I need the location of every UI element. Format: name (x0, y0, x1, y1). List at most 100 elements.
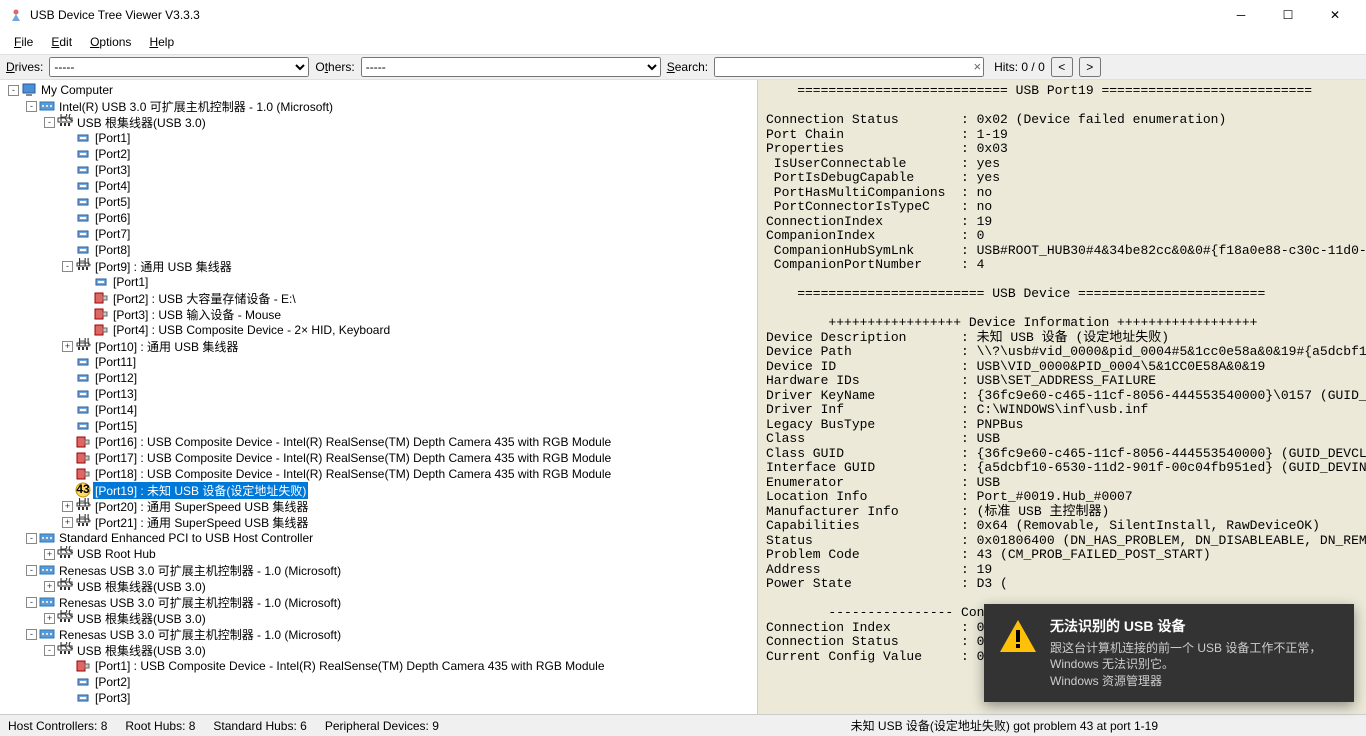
tree-node[interactable]: + [Port10] : 通用 USB 集线器 (0, 338, 757, 354)
tree-node[interactable]: [Port15] (0, 418, 757, 434)
hc-icon (39, 594, 55, 610)
menu-options[interactable]: Options (82, 33, 139, 51)
tree-node[interactable]: [Port4] : USB Composite Device - 2× HID,… (0, 322, 757, 338)
port-icon (93, 274, 109, 290)
notification-toast[interactable]: 无法识别的 USB 设备 跟这台计算机连接的前一个 USB 设备工作不正常，Wi… (984, 604, 1354, 702)
node-label: [Port5] (93, 195, 132, 209)
expander-icon[interactable]: + (62, 501, 73, 512)
drives-select[interactable]: ----- (49, 57, 309, 77)
tree-node[interactable]: [Port17] : USB Composite Device - Intel(… (0, 450, 757, 466)
drives-label: Drives: (6, 60, 43, 74)
device-tree[interactable]: -My Computer-Intel(R) USB 3.0 可扩展主机控制器 -… (0, 80, 758, 714)
tree-node[interactable]: [Port14] (0, 402, 757, 418)
expander-icon[interactable]: + (44, 581, 55, 592)
tree-node[interactable]: [Port6] (0, 210, 757, 226)
expander-icon[interactable]: - (44, 645, 55, 656)
others-select[interactable]: ----- (361, 57, 661, 77)
dev-icon (75, 466, 91, 482)
port-icon (75, 242, 91, 258)
hub-icon (75, 258, 91, 274)
node-label: [Port10] : 通用 USB 集线器 (93, 338, 240, 355)
node-label: [Port18] : USB Composite Device - Intel(… (93, 467, 613, 481)
expander-icon[interactable]: - (26, 597, 37, 608)
dev-icon (75, 450, 91, 466)
next-hit-button[interactable]: > (1079, 57, 1101, 77)
tree-node[interactable]: [Port5] (0, 194, 757, 210)
node-label: [Port3] (93, 163, 132, 177)
expander-icon[interactable]: + (44, 549, 55, 560)
maximize-button[interactable]: ☐ (1265, 0, 1311, 30)
tree-node[interactable]: [Port3] : USB 输入设备 - Mouse (0, 306, 757, 322)
node-label: [Port13] (93, 387, 139, 401)
tree-node[interactable]: [Port19] : 未知 USB 设备(设定地址失败) (0, 482, 757, 498)
tree-node[interactable]: [Port7] (0, 226, 757, 242)
tree-node[interactable]: [Port16] : USB Composite Device - Intel(… (0, 434, 757, 450)
node-label: [Port8] (93, 243, 132, 257)
tree-node[interactable]: - Renesas USB 3.0 可扩展主机控制器 - 1.0 (Microso… (0, 626, 757, 642)
port-icon (75, 386, 91, 402)
expander-icon[interactable]: - (44, 117, 55, 128)
dev-icon (93, 322, 109, 338)
tree-node[interactable]: [Port11] (0, 354, 757, 370)
tree-node[interactable]: [Port18] : USB Composite Device - Intel(… (0, 466, 757, 482)
statusbar: Host Controllers: 8 Root Hubs: 8 Standar… (0, 714, 1366, 736)
node-label: [Port15] (93, 419, 139, 433)
tree-node[interactable]: [Port1] (0, 274, 757, 290)
tree-node[interactable]: [Port2] (0, 674, 757, 690)
expander-icon[interactable]: - (26, 533, 37, 544)
warn-icon (75, 482, 91, 498)
status-root-hubs: Root Hubs: 8 (125, 719, 195, 733)
tree-node[interactable]: [Port4] (0, 178, 757, 194)
tree-node[interactable]: [Port2] : USB 大容量存储设备 - E:\ (0, 290, 757, 306)
roothub-icon (57, 546, 73, 562)
expander-icon[interactable]: - (62, 261, 73, 272)
node-label: Renesas USB 3.0 可扩展主机控制器 - 1.0 (Microsof… (57, 626, 343, 643)
tree-node[interactable]: +USB 根集线器(USB 3.0) (0, 578, 757, 594)
tree-node[interactable]: -Renesas USB 3.0 可扩展主机控制器 - 1.0 (Microso… (0, 594, 757, 610)
tree-node[interactable]: -USB 根集线器(USB 3.0) (0, 114, 757, 130)
node-label: [Port1] : USB Composite Device - Intel(R… (93, 659, 607, 673)
tree-node[interactable]: [Port1] (0, 130, 757, 146)
menu-edit[interactable]: Edit (43, 33, 80, 51)
node-label: [Port4] : USB Composite Device - 2× HID,… (111, 323, 392, 337)
tree-node[interactable]: [Port13] (0, 386, 757, 402)
hits-label: Hits: 0 / 0 (994, 60, 1045, 74)
menu-file[interactable]: File (6, 33, 41, 51)
expander-icon[interactable]: + (44, 613, 55, 624)
titlebar: USB Device Tree Viewer V3.3.3 ─ ☐ ✕ (0, 0, 1366, 30)
tree-node[interactable]: -USB 根集线器(USB 3.0) (0, 642, 757, 658)
tree-node[interactable]: -[Port9] : 通用 USB 集线器 (0, 258, 757, 274)
expander-icon[interactable]: - (26, 565, 37, 576)
search-input[interactable] (714, 57, 984, 77)
tree-node[interactable]: -Intel(R) USB 3.0 可扩展主机控制器 - 1.0 (Micros… (0, 98, 757, 114)
menu-help[interactable]: Help (141, 33, 182, 51)
tree-node[interactable]: [Port12] (0, 370, 757, 386)
expander-icon[interactable]: + (62, 341, 73, 352)
tree-node[interactable]: [Port2] (0, 146, 757, 162)
tree-node[interactable]: [Port3] (0, 162, 757, 178)
tree-node[interactable]: [Port3] (0, 690, 757, 706)
tree-node[interactable]: -Standard Enhanced PCI to USB Host Contr… (0, 530, 757, 546)
node-label: My Computer (39, 83, 115, 97)
tree-node[interactable]: -Renesas USB 3.0 可扩展主机控制器 - 1.0 (Microso… (0, 562, 757, 578)
tree-node[interactable]: +[Port21] : 通用 SuperSpeed USB 集线器 (0, 514, 757, 530)
close-button[interactable]: ✕ (1312, 0, 1358, 30)
expander-icon[interactable]: - (26, 101, 37, 112)
tree-node[interactable]: - My Computer (0, 82, 757, 98)
clear-search-icon[interactable]: × (974, 59, 982, 74)
tree-node[interactable]: +USB Root Hub (0, 546, 757, 562)
port-icon (75, 690, 91, 706)
minimize-button[interactable]: ─ (1218, 0, 1264, 30)
tree-node[interactable]: +USB 根集线器(USB 3.0) (0, 610, 757, 626)
node-label: [Port16] : USB Composite Device - Intel(… (93, 435, 613, 449)
expander-icon[interactable]: + (62, 517, 73, 528)
app-icon (8, 7, 24, 23)
tree-node[interactable]: [Port1] : USB Composite Device - Intel(R… (0, 658, 757, 674)
expander-icon[interactable]: - (8, 85, 19, 96)
port-icon (75, 402, 91, 418)
expander-icon[interactable]: - (26, 629, 37, 640)
prev-hit-button[interactable]: < (1051, 57, 1073, 77)
tree-node[interactable]: +[Port20] : 通用 SuperSpeed USB 集线器 (0, 498, 757, 514)
dev-icon (93, 306, 109, 322)
tree-node[interactable]: [Port8] (0, 242, 757, 258)
